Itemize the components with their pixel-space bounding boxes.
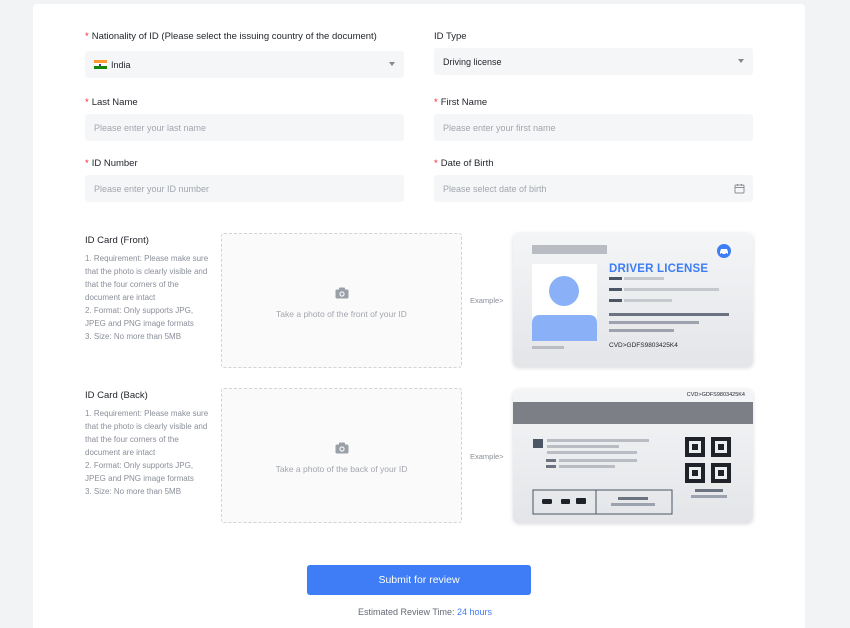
requirement-item: 1. Requirement: Please make sure that th… <box>85 254 209 302</box>
id-back-title: ID Card (Back) <box>85 390 148 401</box>
first-name-label: * First Name <box>434 97 488 108</box>
requirement-item: 3. Size: No more than 5MB <box>85 332 182 341</box>
id-type-value: Driving license <box>443 56 502 67</box>
sample-front-code: CVD>GDFS9803425K4 <box>609 342 678 349</box>
camera-icon <box>335 287 349 299</box>
id-type-label: ID Type <box>434 31 467 42</box>
requirement-item: 1. Requirement: Please make sure that th… <box>85 409 209 457</box>
sample-front-id-card: DRIVER LICENSE CVD>GDFS9803425K4 <box>513 233 753 367</box>
sample-front-heading: DRIVER LICENSE <box>609 263 709 275</box>
id-back-upload-area[interactable]: Take a photo of the back of your ID <box>221 388 462 523</box>
nationality-value: India <box>111 59 131 70</box>
id-back-requirements: 1. Requirement: Please make sure that th… <box>85 407 210 498</box>
estimated-review-time: Estimated Review Time: 24 hours <box>0 607 850 617</box>
nationality-select[interactable]: India <box>85 51 404 78</box>
review-time-prefix: Estimated Review Time: <box>357 607 455 617</box>
dob-placeholder: Please select date of birth <box>443 183 547 194</box>
example-link[interactable]: Example> <box>470 452 504 461</box>
sample-back-id-card: CVD>GDFS9803425K4 <box>513 389 753 523</box>
id-number-input[interactable]: Please enter your ID number <box>85 175 404 202</box>
last-name-input[interactable]: Please enter your last name <box>85 114 404 141</box>
car-icon <box>717 244 731 258</box>
id-front-title: ID Card (Front) <box>85 235 149 246</box>
id-front-requirements: 1. Requirement: Please make sure that th… <box>85 252 210 343</box>
calendar-icon[interactable] <box>734 183 745 194</box>
chevron-down-icon <box>738 59 744 63</box>
nationality-label: * Nationality of ID (Please select the is… <box>85 31 377 42</box>
id-type-select[interactable]: Driving license <box>434 48 753 75</box>
id-back-upload-prompt: Take a photo of the back of your ID <box>275 464 408 474</box>
review-time-value: 24 hours <box>457 607 493 617</box>
submit-for-review-button[interactable]: Submit for review <box>307 565 531 595</box>
india-flag-icon <box>94 60 107 69</box>
example-link[interactable]: Example> <box>470 296 504 305</box>
id-front-upload-area[interactable]: Take a photo of the front of your ID <box>221 233 462 368</box>
sample-back-graphic <box>513 402 753 515</box>
dob-input[interactable]: Please select date of birth <box>434 175 753 202</box>
chevron-down-icon <box>389 62 395 66</box>
requirement-item: 2. Format: Only supports JPG, JPEG and P… <box>85 461 194 483</box>
last-name-label: * Last Name <box>85 97 138 108</box>
camera-icon <box>335 442 349 454</box>
requirement-item: 2. Format: Only supports JPG, JPEG and P… <box>85 306 194 328</box>
id-number-label: * ID Number <box>85 158 138 169</box>
requirement-item: 3. Size: No more than 5MB <box>85 487 182 496</box>
dob-label: * Date of Birth <box>434 158 494 169</box>
id-front-upload-prompt: Take a photo of the front of your ID <box>276 309 407 319</box>
first-name-input[interactable]: Please enter your first name <box>434 114 753 141</box>
